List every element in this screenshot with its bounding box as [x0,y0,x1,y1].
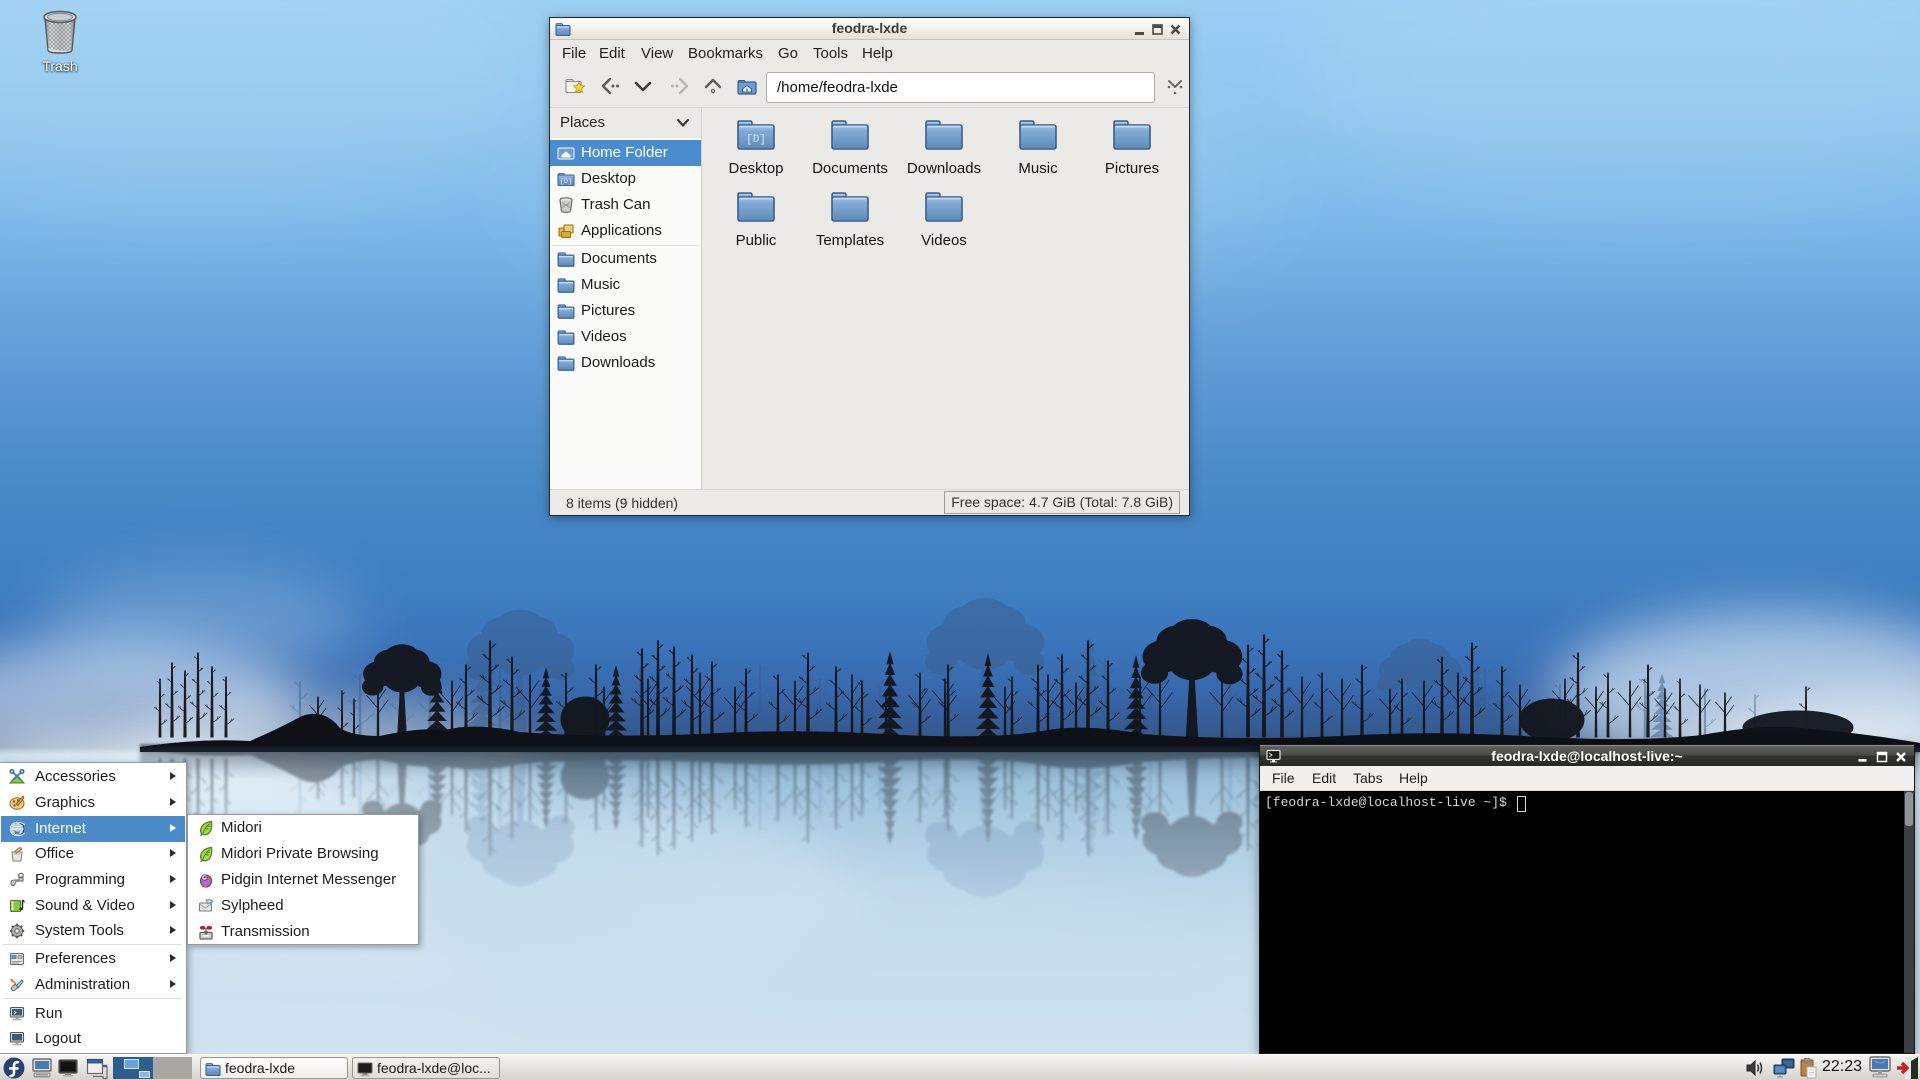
svg-text:[D]: [D] [560,178,572,185]
svg-text:[D]: [D] [746,134,766,146]
